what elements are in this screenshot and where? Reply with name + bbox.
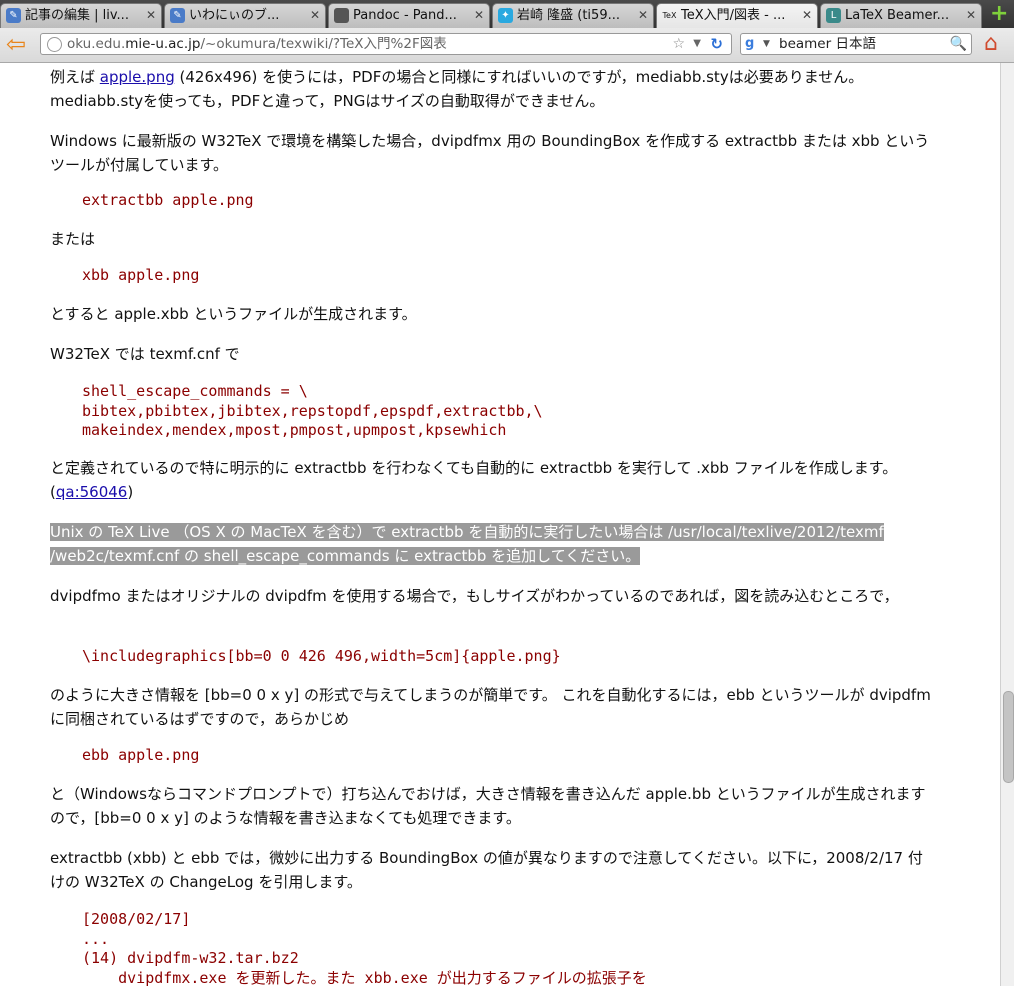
tab-1[interactable]: ✎ いわにぃのブ... ✕ <box>164 3 326 28</box>
page-icon <box>334 8 349 23</box>
text: と定義されているので特に明示的に extractbb を行わなくても自動的に e… <box>50 459 898 501</box>
address-bar[interactable]: oku.edu.mie-u.ac.jp/~okumura/texwiki/?Te… <box>40 33 732 55</box>
google-icon: g <box>745 36 755 51</box>
reload-icon[interactable]: ↻ <box>710 34 723 54</box>
paragraph-2: Windows に最新版の W32TeX で環境を構築した場合，dvipdfmx… <box>50 132 930 174</box>
apple-png-link[interactable]: apple.png <box>100 68 175 86</box>
scrollbar-thumb[interactable] <box>1003 691 1014 783</box>
home-icon[interactable]: ⌂ <box>984 32 1008 56</box>
code-block-ebb: ebb apple.png <box>82 746 200 764</box>
url-path: /~okumura/texwiki/?TeX入門%2F図表 <box>200 36 447 52</box>
close-icon[interactable]: ✕ <box>638 4 648 27</box>
paragraph-9: のように大きさ情報を [bb=0 0 x y] の形式で与えてしまうのが簡単です… <box>50 686 931 728</box>
paragraph-10: と（Windowsならコマンドプロンプトで）打ち込んでおけば，大きさ情報を書き込… <box>50 785 926 827</box>
tab-2[interactable]: Pandoc - Pand... ✕ <box>328 3 490 28</box>
url-prefix: oku.edu. <box>67 36 126 52</box>
back-arrow-icon[interactable]: ⇦ <box>6 32 32 57</box>
text: ) <box>127 483 134 501</box>
search-input[interactable]: beamer 日本語 <box>779 36 876 52</box>
selected-text-line-2[interactable]: /web2c/texmf.cnf の shell_escape_commands… <box>50 547 641 565</box>
new-tab-plus-icon[interactable]: + <box>990 3 1008 25</box>
tab-label: 記事の編集 | liv... <box>25 8 129 23</box>
twitter-bird-icon: ✦ <box>498 8 513 23</box>
search-box[interactable]: g ▼ beamer 日本語 🔍 <box>740 33 972 55</box>
paragraph-3: または <box>50 230 96 248</box>
paragraph-8: dvipdfmo またはオリジナルの dvipdfm を使用する場合で，もしサイ… <box>50 587 899 605</box>
tab-0[interactable]: ✎ 記事の編集 | liv... ✕ <box>0 3 162 28</box>
close-icon[interactable]: ✕ <box>966 4 976 27</box>
tab-5[interactable]: L LaTeX Beamer... ✕ <box>820 3 982 28</box>
bookmark-star-icon[interactable]: ☆ <box>672 34 685 54</box>
text: 例えば <box>50 68 100 86</box>
paragraph-11: extractbb (xbb) と ebb では，微妙に出力する Boundin… <box>50 849 923 891</box>
selected-text-line-1[interactable]: Unix の TeX Live （OS X の MacTeX を含む）で ext… <box>50 523 884 541</box>
doc-icon: ✎ <box>6 8 21 23</box>
paragraph-7-selected: Unix の TeX Live （OS X の MacTeX を含む）で ext… <box>50 520 935 568</box>
tab-4[interactable]: TeX TeX入門/図表 - ... ✕ <box>656 3 818 28</box>
search-icon[interactable]: 🔍 <box>950 34 967 54</box>
vertical-scrollbar[interactable] <box>1000 63 1014 986</box>
paragraph-6: と定義されているので特に明示的に extractbb を行わなくても自動的に e… <box>50 456 935 504</box>
close-icon[interactable]: ✕ <box>802 4 812 27</box>
code-block-xbb: xbb apple.png <box>82 266 200 284</box>
close-icon[interactable]: ✕ <box>474 4 484 27</box>
chevron-down-icon[interactable]: ▼ <box>693 34 701 54</box>
globe-icon <box>47 37 62 52</box>
tex-icon: TeX <box>662 11 677 20</box>
paragraph-1: 例えば apple.png (426x496) を使うには，PDFの場合と同様に… <box>50 65 935 113</box>
tab-label: いわにぃのブ... <box>189 8 280 23</box>
close-icon[interactable]: ✕ <box>310 4 320 27</box>
paragraph-5: W32TeX では texmf.cnf で <box>50 345 240 363</box>
chevron-down-icon[interactable]: ▼ <box>763 34 770 54</box>
code-block-extractbb: extractbb apple.png <box>82 191 254 209</box>
code-block-changelog: [2008/02/17] ... (14) dvipdfm-w32.tar.bz… <box>82 910 647 986</box>
tab-label: TeX入門/図表 - ... <box>681 8 786 23</box>
code-block-texmf-cnf: shell_escape_commands = \ bibtex,pbibtex… <box>82 382 543 439</box>
page-icon: L <box>826 8 841 23</box>
paragraph-4: とすると apple.xbb というファイルが生成されます。 <box>50 305 417 323</box>
tab-bar: ✎ 記事の編集 | liv... ✕ ✎ いわにぃのブ... ✕ Pandoc … <box>0 0 1014 28</box>
doc-icon: ✎ <box>170 8 185 23</box>
navigation-toolbar: ⇦ oku.edu.mie-u.ac.jp/~okumura/texwiki/?… <box>0 28 1014 63</box>
close-icon[interactable]: ✕ <box>146 4 156 27</box>
page-content: 例えば apple.png (426x496) を使うには，PDFの場合と同様に… <box>0 63 1000 986</box>
tab-label: LaTeX Beamer... <box>845 8 950 23</box>
tab-3[interactable]: ✦ 岩崎 隆盛 (ti59... ✕ <box>492 3 654 28</box>
code-block-includegraphics: \includegraphics[bb=0 0 426 496,width=5c… <box>82 647 561 665</box>
tab-label: 岩崎 隆盛 (ti59... <box>517 8 620 23</box>
url-host: mie-u.ac.jp <box>125 36 201 52</box>
tab-label: Pandoc - Pand... <box>353 8 457 23</box>
qa-56046-link[interactable]: qa:56046 <box>56 483 127 501</box>
